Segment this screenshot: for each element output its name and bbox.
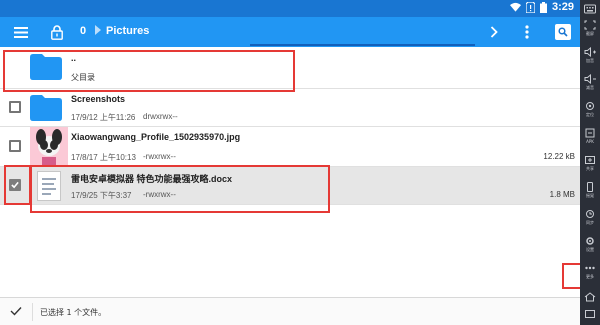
breadcrumb-pictures[interactable]: Pictures xyxy=(106,25,149,37)
recent-apps-icon[interactable] xyxy=(584,309,596,319)
battery-icon xyxy=(539,1,547,13)
keyboard-icon[interactable] xyxy=(584,4,596,14)
side-btn-label: 加音 xyxy=(586,58,594,63)
file-size: 1.8 MB xyxy=(549,190,575,199)
volume-down-icon xyxy=(584,74,596,84)
confirm-check-icon[interactable] xyxy=(10,306,22,316)
file-size: 12.22 kB xyxy=(543,152,575,161)
no-sim-icon xyxy=(525,1,535,13)
side-btn-settings[interactable]: 设置 xyxy=(580,233,600,260)
home-icon[interactable] xyxy=(584,292,596,302)
side-btn-sync[interactable]: 同步 xyxy=(580,206,600,233)
share-icon xyxy=(585,156,595,164)
annotation-box-file xyxy=(30,165,330,213)
side-btn-label: 设置 xyxy=(586,247,594,252)
side-btn-screenshot[interactable]: 截屏 xyxy=(580,17,600,44)
side-btn-label: 同步 xyxy=(586,220,594,225)
side-btn-more[interactable]: 更多 xyxy=(580,260,600,287)
side-btn-location[interactable]: 定位 xyxy=(580,98,600,125)
file-date: 17/9/12 上午11:26 xyxy=(71,113,136,122)
side-btn-label: APK xyxy=(586,139,594,144)
volume-up-icon xyxy=(584,47,596,57)
side-btn-label: 摇晃 xyxy=(586,193,594,198)
sync-icon xyxy=(586,210,594,218)
file-date: 17/8/17 上午10:13 xyxy=(71,153,136,162)
wifi-icon xyxy=(509,2,521,12)
file-manager-screen: 3:29 0 Pictures .. 父目录 Screenshots 17/9/… xyxy=(0,0,600,325)
search-button[interactable] xyxy=(555,24,571,40)
toolbar: 0 Pictures xyxy=(0,17,580,47)
apk-icon xyxy=(585,128,595,138)
file-name: Xiaowangwang_Profile_1502935970.jpg xyxy=(71,132,241,142)
side-btn-label: 更多 xyxy=(586,274,594,279)
selection-status: 已选择 1 个文件。 xyxy=(40,308,107,317)
search-icon xyxy=(558,27,568,37)
selection-bar: 已选择 1 个文件。 xyxy=(0,297,580,325)
menu-icon[interactable] xyxy=(12,23,30,41)
status-icons: 3:29 xyxy=(509,1,574,13)
shake-icon xyxy=(587,182,593,192)
side-btn-share[interactable]: 共享 xyxy=(580,152,600,179)
side-btn-volume-up[interactable]: 加音 xyxy=(580,44,600,71)
row-checkbox[interactable] xyxy=(9,101,21,113)
status-bar: 3:29 xyxy=(0,0,580,17)
emulator-side-panel: 截屏 加音 减音 定位 APK 共享 摇晃 同步 设置 更多 xyxy=(580,0,600,325)
location-icon xyxy=(586,102,594,110)
file-permissions: -rwxrwx-- xyxy=(143,152,176,161)
settings-icon xyxy=(586,237,594,245)
file-count: 0 xyxy=(80,25,87,37)
side-btn-label: 减音 xyxy=(586,85,594,90)
row-checkbox[interactable] xyxy=(9,140,21,152)
file-permissions: drwxrwx-- xyxy=(143,112,178,121)
breadcrumb-arrow-icon xyxy=(95,25,101,35)
chevron-right-icon[interactable] xyxy=(485,23,503,41)
annotation-box-parent xyxy=(3,50,295,92)
list-item[interactable]: Xiaowangwang_Profile_1502935970.jpg 17/8… xyxy=(0,127,580,167)
more-icon xyxy=(585,266,595,270)
lock-icon[interactable] xyxy=(48,23,66,41)
path-underline xyxy=(250,44,475,46)
overflow-menu-icon[interactable] xyxy=(518,23,536,41)
side-btn-label: 截屏 xyxy=(586,31,594,36)
folder-icon xyxy=(30,95,62,121)
divider xyxy=(32,303,33,321)
file-name: Screenshots xyxy=(71,94,126,104)
status-time: 3:29 xyxy=(551,1,574,13)
screenshot-icon xyxy=(584,20,596,30)
side-btn-volume-down[interactable]: 减音 xyxy=(580,71,600,98)
side-btn-label: 共享 xyxy=(586,166,594,171)
side-btn-label: 定位 xyxy=(586,112,594,117)
annotation-box-checkbox xyxy=(4,165,31,205)
side-btn-shake[interactable]: 摇晃 xyxy=(580,179,600,206)
image-thumbnail xyxy=(30,127,68,165)
list-item[interactable]: Screenshots 17/9/12 上午11:26 drwxrwx-- xyxy=(0,89,580,127)
side-btn-apk[interactable]: APK xyxy=(580,125,600,152)
